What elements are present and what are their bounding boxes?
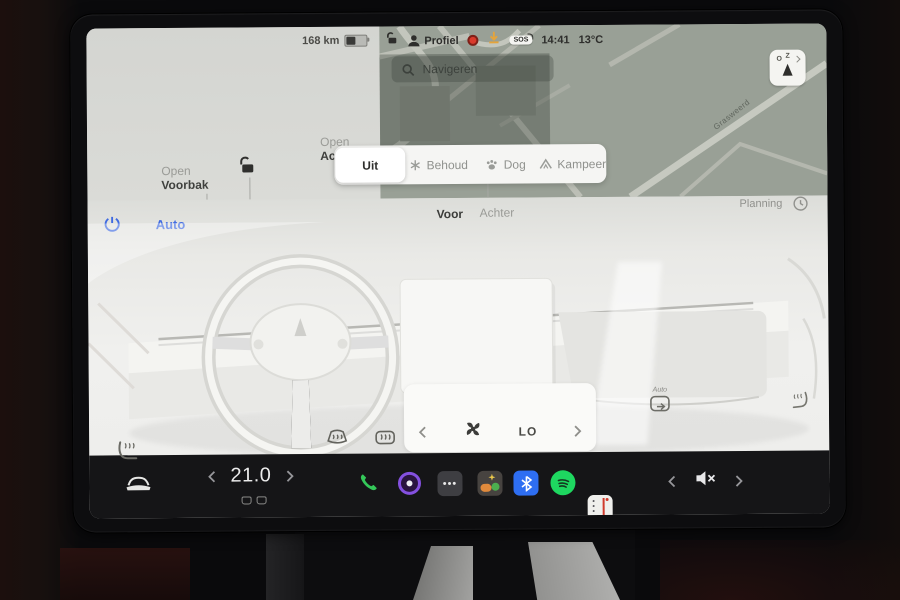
software-update-icon[interactable] [488, 31, 501, 50]
search-icon [402, 63, 415, 76]
compass-west-letter: O [777, 56, 783, 63]
nav-search-input[interactable]: Navigeren [392, 55, 554, 82]
lock-leader-line [249, 177, 250, 199]
compass-needle-icon [783, 64, 793, 76]
compass-widget[interactable]: O Z [769, 50, 805, 86]
dashcam-record-button[interactable] [397, 471, 421, 500]
bluetooth-button[interactable] [513, 470, 538, 495]
keeper-camp-button[interactable]: Kampeer [539, 156, 606, 170]
battery-icon [344, 35, 367, 47]
interior-shadow [660, 540, 900, 600]
climate-keeper-popup: Uit Behoud Dog Kampeer [334, 144, 606, 185]
open-frunk-button[interactable]: Open Voorbak [161, 164, 208, 192]
touchscreen: 168 km Open Voorbak Open Ac [70, 9, 846, 532]
keeper-off-button[interactable]: Uit [335, 147, 405, 182]
keep-climate-icon [410, 159, 422, 171]
tab-front[interactable]: Voor [437, 207, 464, 221]
air-distribution-button[interactable]: Auto [649, 387, 671, 420]
radio-app-button[interactable] [588, 495, 613, 519]
profile-menu[interactable]: Profiel [407, 34, 458, 47]
tab-rear[interactable]: Achter [480, 206, 515, 220]
temp-up-button[interactable] [285, 469, 294, 483]
recording-indicator-icon[interactable] [468, 35, 479, 46]
dog-mode-icon [486, 158, 499, 170]
range-value: 168 km [302, 35, 339, 47]
mute-icon[interactable] [694, 469, 716, 492]
distribution-auto-label: Auto [649, 387, 671, 394]
fan-level: LO [519, 424, 538, 438]
defrost-front-button[interactable] [325, 427, 349, 454]
temp-down-button[interactable] [207, 469, 216, 483]
app-launcher-button[interactable]: ••• [437, 471, 462, 496]
keeper-dog-button[interactable]: Dog [472, 157, 539, 171]
seat-indicator-icon [257, 496, 267, 504]
console-pillar [266, 534, 304, 600]
sos-badge[interactable]: SOS [510, 35, 533, 44]
profile-label: Profiel [424, 34, 458, 46]
open-frunk-word: Open [161, 164, 208, 178]
camp-mode-icon [539, 158, 552, 169]
spotify-app-button[interactable] [550, 470, 575, 495]
driver-temp-control: 21.0 [207, 464, 294, 488]
lock-status-icon[interactable] [384, 31, 398, 50]
compass-south-letter: Z [785, 53, 789, 60]
interior-left [0, 0, 80, 600]
temp-sub-indicators [242, 496, 267, 504]
search-placeholder: Navigeren [423, 62, 478, 76]
schedule-clock-icon[interactable] [792, 196, 808, 217]
compass-tick [793, 56, 800, 63]
volume-control [667, 469, 743, 493]
trunk-leader-line [487, 184, 488, 198]
climate-sheet: Auto Voor Achter Planning [87, 195, 829, 455]
car-controls-button[interactable] [125, 475, 151, 496]
battery-range: 168 km [302, 35, 367, 47]
planning-button[interactable]: Planning [739, 198, 782, 210]
volume-up-button[interactable] [734, 474, 743, 488]
keeper-dog-label: Dog [504, 157, 526, 171]
seat-heater-left-button[interactable] [115, 440, 141, 469]
seat-heater-right-button[interactable] [788, 390, 813, 417]
keeper-keep-label: Behoud [427, 157, 468, 171]
interior-trim-red [60, 548, 190, 600]
fan-icon [463, 419, 483, 444]
open-frunk-target: Voorbak [161, 178, 208, 192]
lock-unlocked-icon[interactable] [236, 155, 256, 180]
fan-control-panel: LO [404, 383, 596, 452]
air-distribution-icon [649, 395, 671, 415]
status-bar: Profiel SOS 14:41 13°C [384, 30, 603, 51]
dock: 21.0 ••• [89, 450, 829, 518]
display: 168 km Open Voorbak Open Ac [86, 23, 829, 518]
volume-down-button[interactable] [667, 474, 676, 488]
keeper-camp-label: Kampeer [557, 156, 606, 170]
toybox-app-button[interactable] [477, 471, 502, 496]
profile-icon [407, 34, 420, 47]
clock-time: 14:41 [541, 34, 569, 46]
driver-temp-value[interactable]: 21.0 [230, 464, 271, 487]
outside-temperature: 13°C [579, 33, 604, 45]
phone-app-button[interactable] [357, 472, 379, 499]
fan-increase-button[interactable] [573, 424, 582, 438]
keeper-keep-button[interactable]: Behoud [405, 157, 472, 171]
seat-indicator-icon [242, 496, 252, 504]
defrost-rear-button[interactable] [373, 426, 397, 453]
fan-decrease-button[interactable] [418, 425, 427, 439]
